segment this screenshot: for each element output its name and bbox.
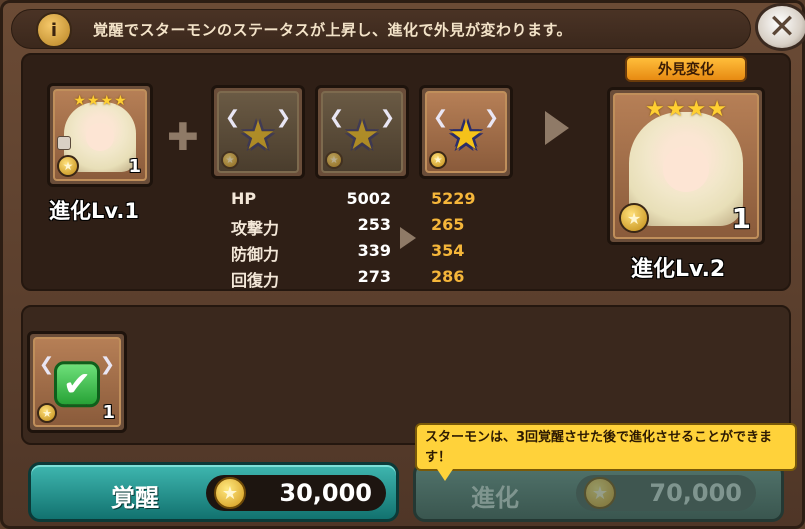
next-evolution-level: 進化Lv.2 xyxy=(631,257,726,282)
awaken-cost-value: 30,000 xyxy=(279,479,372,507)
evolve-button[interactable]: 進化 ★ 70,000 xyxy=(413,462,784,522)
stat-current: 339 xyxy=(357,241,391,260)
awaken-button[interactable]: 覚醒 ★ 30,000 xyxy=(28,462,399,522)
stat-next: 265 xyxy=(431,215,465,234)
current-monster-card[interactable]: ★ ★ ★ ★ ★ 1 xyxy=(47,83,153,187)
rank-medal-icon: ★ xyxy=(325,151,343,169)
item-count: 1 xyxy=(102,402,115,423)
appearance-change-badge: 外見変化 xyxy=(625,56,747,82)
material-slot-2[interactable]: ❮ ❯ ★ ★ xyxy=(315,85,409,179)
stat-row-defense: 防御力 339 354 xyxy=(231,241,491,265)
material-slot-1[interactable]: ❮ ❯ ★ ★ xyxy=(211,85,305,179)
stat-row-attack: 攻撃力 253 265 xyxy=(231,215,491,239)
rank-medal-icon: ★ xyxy=(37,403,57,423)
checkmark-icon: ✔ xyxy=(54,361,100,408)
evolve-button-label: 進化 xyxy=(471,484,519,512)
stat-next: 354 xyxy=(431,241,465,260)
coin-icon: ★ xyxy=(584,477,616,509)
stat-current: 273 xyxy=(357,267,391,286)
current-evolution-level: 進化Lv.1 xyxy=(49,199,139,223)
rank-medal-icon: ★ xyxy=(429,151,447,169)
info-icon[interactable]: i xyxy=(36,12,72,48)
evolve-cost-value: 70,000 xyxy=(649,479,742,507)
stat-current: 5002 xyxy=(346,189,391,208)
awaken-cost: ★ 30,000 xyxy=(206,475,386,511)
plus-icon: ✚ xyxy=(167,115,199,159)
stat-label: 防御力 xyxy=(231,245,280,264)
rank-medal-icon: ★ xyxy=(619,203,649,233)
close-button[interactable]: ✕ xyxy=(755,3,805,51)
stat-label: 回復力 xyxy=(231,271,280,290)
starmon-icon: ★ xyxy=(448,112,484,159)
rank-medal-icon: ★ xyxy=(57,155,79,177)
starmon-icon: ★ xyxy=(344,112,380,159)
stat-next: 286 xyxy=(431,267,465,286)
starmon-icon: ★ xyxy=(240,112,276,159)
star-rating: ★ ★ ★ ★ xyxy=(645,97,727,122)
evolve-arrow-icon xyxy=(545,111,569,145)
star-rating: ★ ★ ★ ★ xyxy=(73,93,127,109)
stat-row-hp: HP 5002 5229 xyxy=(231,189,491,213)
stat-current: 253 xyxy=(357,215,391,234)
material-slot-3[interactable]: ❮ ❯ ★ ★ xyxy=(419,85,513,179)
header-description: 覚醒でスターモンのステータスが上昇し、進化で外見が変わります。 xyxy=(93,21,573,39)
monster-count: 1 xyxy=(128,156,141,177)
stat-label: HP xyxy=(231,189,257,208)
awaken-button-label: 覚醒 xyxy=(111,484,159,512)
stat-next: 5229 xyxy=(431,189,476,208)
rank-medal-icon: ★ xyxy=(221,151,239,169)
close-icon: ✕ xyxy=(767,7,797,47)
next-monster-card[interactable]: ★ ★ ★ ★ ★ 1 xyxy=(607,87,765,245)
lock-icon xyxy=(57,136,71,150)
stat-arrow-icon xyxy=(400,227,416,249)
evolve-cost: ★ 70,000 xyxy=(576,475,756,511)
evolution-window: i 覚醒でスターモンのステータスが上昇し、進化で外見が変わります。 ✕ ★ ★ ★ ★… xyxy=(0,0,805,529)
inventory-item-starmon[interactable]: ❮❯ ★ ✔ ★ 1 xyxy=(27,331,127,433)
stat-row-recovery: 回復力 273 286 xyxy=(231,267,491,291)
coin-icon: ★ xyxy=(214,477,246,509)
evolve-requirement-tooltip: スターモンは、3回覚醒させた後で進化させることができます！ xyxy=(415,423,797,481)
stat-label: 攻撃力 xyxy=(231,219,280,238)
monster-count: 1 xyxy=(731,202,751,235)
